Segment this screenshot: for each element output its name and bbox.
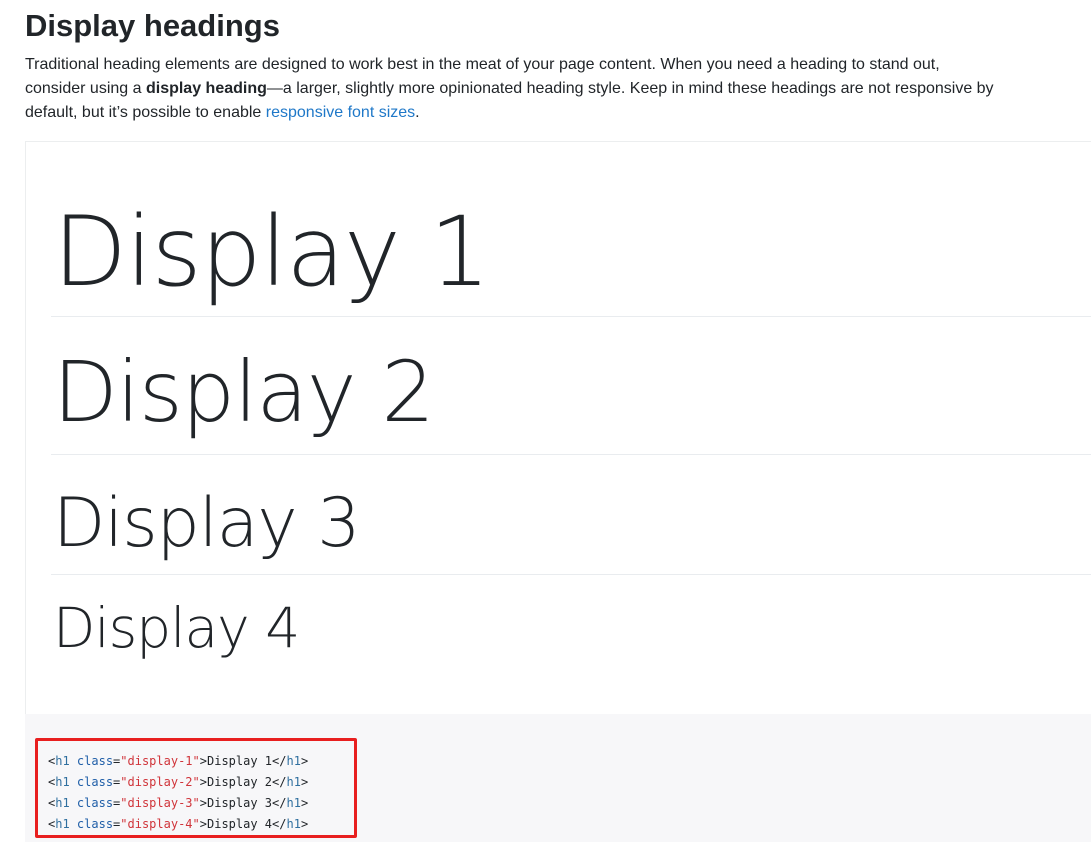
- responsive-font-sizes-link[interactable]: responsive font sizes: [266, 104, 415, 121]
- display-4-text: Display 4: [53, 596, 300, 660]
- intro-line-3-end: .: [415, 104, 420, 121]
- display-4-heading: Display 4: [51, 588, 1091, 668]
- display-1-heading: Display 1: [51, 188, 1091, 317]
- intro-line-3: default, but it’s possible to enable res…: [25, 101, 1025, 125]
- example-preview: Display 1 Display 2 Display 3 Display 4: [25, 141, 1091, 714]
- display-1-text: Display 1: [53, 196, 490, 308]
- display-3-heading: Display 3: [51, 472, 1091, 575]
- intro-line-1: Traditional heading elements are designe…: [25, 56, 940, 73]
- display-2-heading: Display 2: [51, 331, 1091, 455]
- code-highlight-box: [35, 738, 357, 838]
- intro-line-2-end: —a larger, slightly more opinionated hea…: [266, 80, 994, 97]
- intro-line-3-start: default, but it’s possible to enable: [25, 104, 266, 121]
- section-title: Display headings: [25, 8, 280, 43]
- display-3-text: Display 3: [53, 484, 361, 563]
- intro-paragraph: Traditional heading elements are designe…: [25, 53, 1025, 125]
- display-heading-term: display heading: [145, 80, 267, 97]
- display-2-text: Display 2: [53, 343, 435, 441]
- intro-line-2: consider using a display heading—a large…: [25, 77, 1025, 101]
- docs-page: Display headings Traditional heading ele…: [0, 0, 1091, 842]
- intro-line-2-start: consider using a: [25, 80, 146, 97]
